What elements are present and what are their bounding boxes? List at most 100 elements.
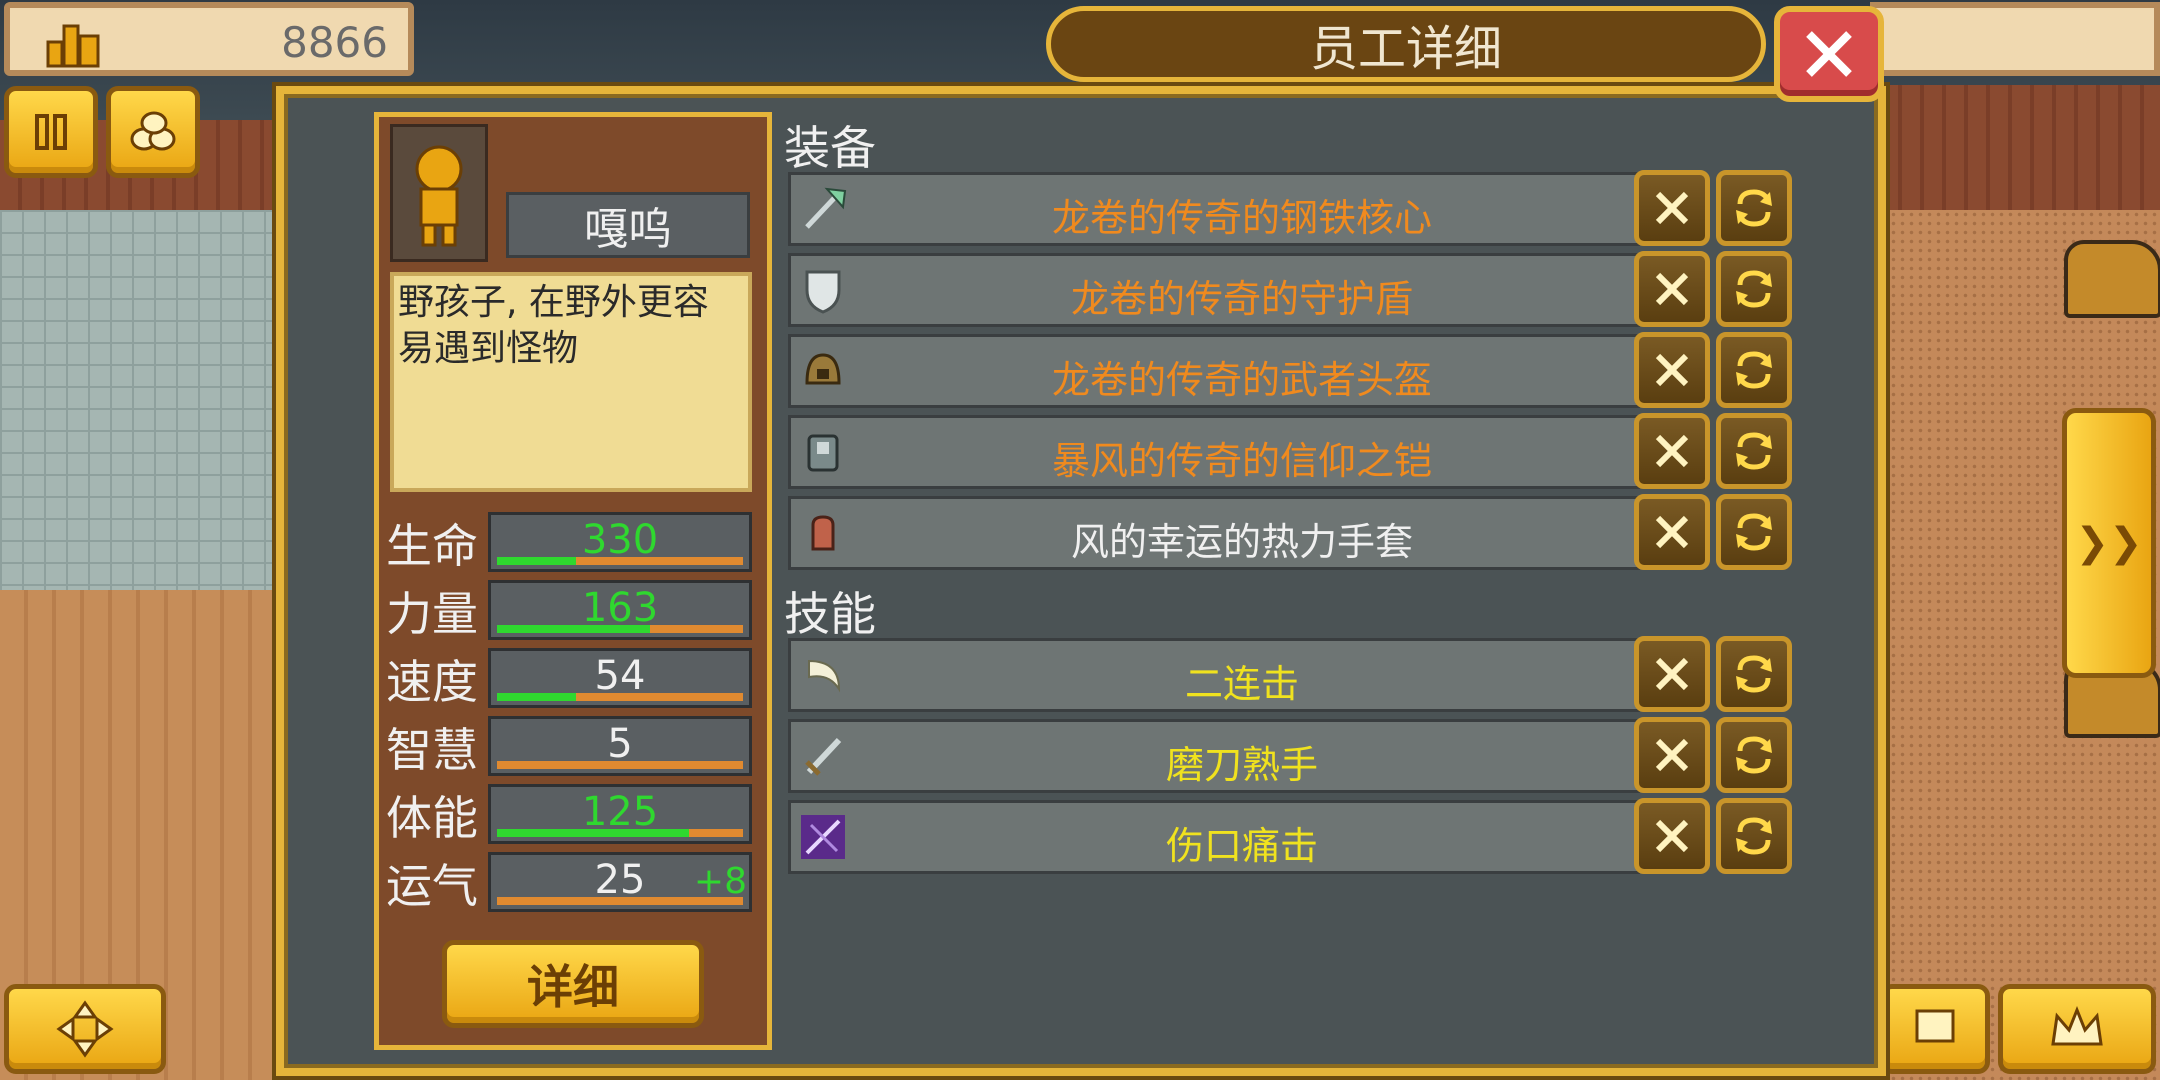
crown-icon <box>2051 1005 2103 1046</box>
replace-button[interactable] <box>1716 636 1792 712</box>
stat-label: 力量 <box>386 587 478 641</box>
skill-slot-name: 磨刀熟手 <box>1165 743 1318 787</box>
stat-progress-track <box>497 897 743 905</box>
skill-slot-name: 伤口痛击 <box>1165 824 1318 868</box>
stat-progress-track <box>497 761 743 769</box>
cross-icon <box>1655 819 1689 853</box>
resources-button[interactable] <box>106 86 200 178</box>
move-arrows-icon <box>56 1000 114 1058</box>
swap-icon <box>1736 736 1772 774</box>
wound-strike-icon <box>801 815 845 859</box>
skill-slot[interactable]: 二连击 <box>788 638 1640 712</box>
equipment-section-label: 装备 <box>784 121 876 175</box>
stat-label: 运气 <box>386 859 478 913</box>
stat-bar: 330 <box>488 512 752 572</box>
equipment-slot[interactable]: 风的幸运的热力手套 <box>788 496 1640 570</box>
cross-icon <box>1655 191 1689 225</box>
stat-progress-fill <box>497 693 576 701</box>
detail-button[interactable]: 详细 <box>442 940 704 1028</box>
dialog-title: 员工详细 <box>1309 21 1502 77</box>
unequip-button[interactable] <box>1634 717 1710 793</box>
equipment-slot[interactable]: 龙卷的传奇的守护盾 <box>788 253 1640 327</box>
stat-progress-fill <box>497 625 650 633</box>
unequip-button[interactable] <box>1634 494 1710 570</box>
swap-icon <box>1736 817 1772 855</box>
equipment-slot[interactable]: 龙卷的传奇的钢铁核心 <box>788 172 1640 246</box>
background-wall-right <box>1880 85 2160 215</box>
swap-icon <box>1736 655 1772 693</box>
horse-sprite <box>2064 240 2160 318</box>
stat-label: 体能 <box>386 791 478 845</box>
unequip-button[interactable] <box>1634 413 1710 489</box>
double-chevron-right-icon: ❯❯ <box>2075 520 2143 566</box>
cross-icon <box>1655 272 1689 306</box>
ranking-button[interactable] <box>1998 984 2156 1074</box>
cross-icon <box>1655 434 1689 468</box>
gold-bars-icon <box>46 24 100 68</box>
cross-icon <box>1655 515 1689 549</box>
cross-icon <box>1655 657 1689 691</box>
equipment-slot[interactable]: 暴风的传奇的信仰之铠 <box>788 415 1640 489</box>
unequip-button[interactable] <box>1634 636 1710 712</box>
swap-icon <box>1736 513 1772 551</box>
replace-button[interactable] <box>1716 413 1792 489</box>
helmet-icon <box>805 353 841 385</box>
replace-button[interactable] <box>1716 798 1792 874</box>
swap-icon <box>1736 270 1772 308</box>
replace-button[interactable] <box>1716 494 1792 570</box>
stat-progress-track <box>497 693 743 701</box>
monitor-icon <box>1915 1009 1955 1043</box>
double-strike-icon <box>808 659 841 693</box>
cross-icon <box>1655 738 1689 772</box>
employee-name: 嘎呜 <box>584 204 672 255</box>
unequip-button[interactable] <box>1634 332 1710 408</box>
top-right-panel <box>1870 2 2160 76</box>
stat-progress-track <box>497 829 743 837</box>
skill-slot[interactable]: 伤口痛击 <box>788 800 1640 874</box>
shield-icon <box>805 270 841 314</box>
stat-progress-track <box>497 557 743 565</box>
equipment-slot-name: 龙卷的传奇的钢铁核心 <box>1051 196 1432 240</box>
equipment-slot[interactable]: 龙卷的传奇的武者头盔 <box>788 334 1640 408</box>
stat-label: 生命 <box>386 519 478 573</box>
stat-bar: 125 <box>488 784 752 844</box>
replace-button[interactable] <box>1716 332 1792 408</box>
stat-progress-fill <box>497 557 576 565</box>
swap-icon <box>1736 432 1772 470</box>
stat-label: 智慧 <box>386 723 478 777</box>
replace-button[interactable] <box>1716 251 1792 327</box>
swap-icon <box>1736 351 1772 389</box>
next-page-button[interactable]: ❯❯ <box>2062 408 2156 678</box>
replace-button[interactable] <box>1716 717 1792 793</box>
axe-icon <box>805 187 847 229</box>
pause-button[interactable] <box>4 86 98 178</box>
unequip-button[interactable] <box>1634 798 1710 874</box>
skill-slot-name: 二连击 <box>1184 662 1299 706</box>
background-tile-floor <box>0 210 280 590</box>
close-icon <box>1806 31 1852 77</box>
stat-bonus: +8 <box>693 861 747 902</box>
stat-bar: 54 <box>488 648 752 708</box>
skill-slot[interactable]: 磨刀熟手 <box>788 719 1640 793</box>
equipment-slot-name: 龙卷的传奇的武者头盔 <box>1051 358 1432 402</box>
employee-avatar-icon <box>415 145 463 247</box>
skills-section-label: 技能 <box>784 587 876 641</box>
dialog-title-bar: 员工详细 <box>1046 6 1766 82</box>
armor-icon <box>807 434 839 472</box>
money-display: 8866 <box>4 2 414 76</box>
replace-button[interactable] <box>1716 170 1792 246</box>
employee-description: 野孩子, 在野外更容易遇到怪物 <box>390 272 752 492</box>
move-button[interactable] <box>4 984 166 1074</box>
pause-icon <box>35 114 67 150</box>
unequip-button[interactable] <box>1634 251 1710 327</box>
stat-bar: 5 <box>488 716 752 776</box>
employee-name-box: 嘎呜 <box>506 192 750 258</box>
close-button[interactable] <box>1774 6 1884 102</box>
stat-bar: 163 <box>488 580 752 640</box>
build-button[interactable] <box>1880 984 1990 1074</box>
unequip-button[interactable] <box>1634 170 1710 246</box>
money-value: 8866 <box>281 18 388 67</box>
equipment-slot-name: 风的幸运的热力手套 <box>1070 520 1413 564</box>
sword-icon <box>805 737 842 776</box>
equipment-slot-name: 暴风的传奇的信仰之铠 <box>1051 439 1432 483</box>
